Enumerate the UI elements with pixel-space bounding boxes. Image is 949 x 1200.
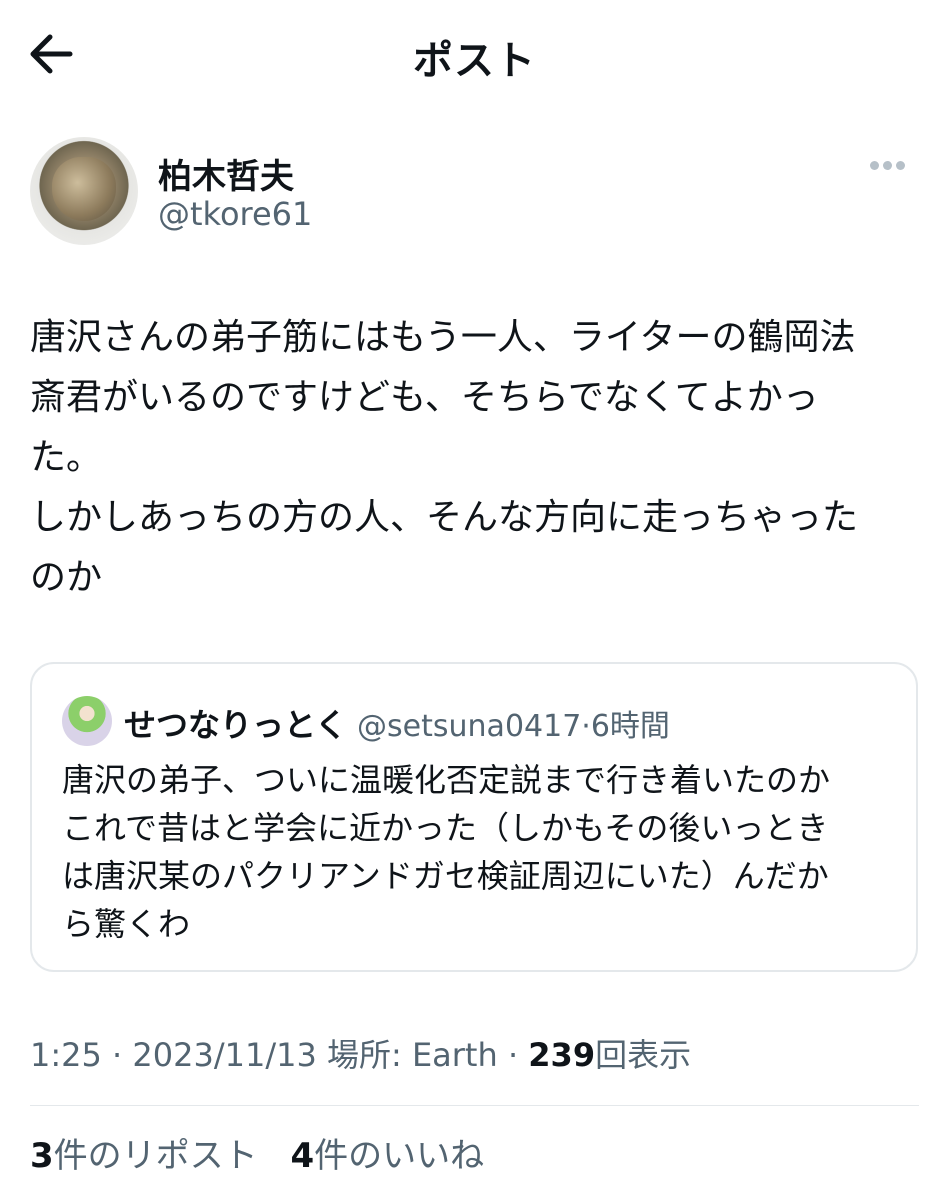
likes-link[interactable]: 4件のいいね: [290, 1136, 484, 1176]
quote-text: 唐沢の弟子、ついに温暖化否定説まで行き着いたのか これで昔はと学会に近かった（し…: [62, 761, 831, 943]
more-dots-icon: [870, 161, 879, 170]
post-time[interactable]: 1:25: [30, 1036, 102, 1074]
quote-time: 6時間: [590, 709, 670, 744]
quote-avatar[interactable]: [62, 696, 112, 746]
reposts-link[interactable]: 3件のリポスト: [30, 1136, 258, 1176]
view-count-label: 回表示: [595, 1036, 692, 1074]
post-author: 柏木哲夫 @tkore61: [30, 137, 920, 247]
post-date[interactable]: 2023/11/13: [132, 1036, 316, 1074]
author-display-name[interactable]: 柏木哲夫: [158, 149, 294, 198]
page-title: ポスト: [413, 38, 536, 84]
repost-count: 3: [30, 1136, 54, 1176]
post-metadata: 1:25 · 2023/11/13 場所: Earth · 239回表示: [30, 1030, 691, 1076]
more-dot: [883, 161, 892, 170]
like-label: 件のいいね: [314, 1136, 485, 1176]
top-bar: ポスト: [0, 0, 949, 110]
quote-separator: ·: [581, 709, 591, 744]
author-handle[interactable]: @tkore61: [158, 195, 312, 233]
divider: [30, 1105, 919, 1106]
more-dot: [896, 161, 905, 170]
like-count: 4: [290, 1136, 315, 1176]
quote-header: せつなりっとく @setsuna0417·6時間: [124, 700, 670, 746]
engagement-stats: 3件のリポスト 4件のいいね: [30, 1128, 506, 1177]
meta-separator: ·: [507, 1036, 519, 1074]
quote-display-name: せつなりっとく: [124, 706, 348, 744]
avatar[interactable]: [30, 137, 138, 245]
avatar-image: [52, 157, 116, 221]
quote-handle: @setsuna0417: [357, 709, 582, 744]
view-count: 239: [528, 1036, 596, 1074]
post-location: 場所: Earth: [326, 1036, 498, 1074]
quoted-post[interactable]: せつなりっとく @setsuna0417·6時間 唐沢の弟子、ついに温暖化否定説ま…: [30, 662, 918, 972]
meta-separator: ·: [112, 1036, 123, 1074]
post-text: 唐沢さんの弟子筋にはもう一人、ライターの鶴岡法 斎君がいるのですけども、そちらで…: [30, 317, 859, 598]
repost-label: 件のリポスト: [53, 1136, 258, 1176]
more-options-button[interactable]: [870, 155, 920, 175]
